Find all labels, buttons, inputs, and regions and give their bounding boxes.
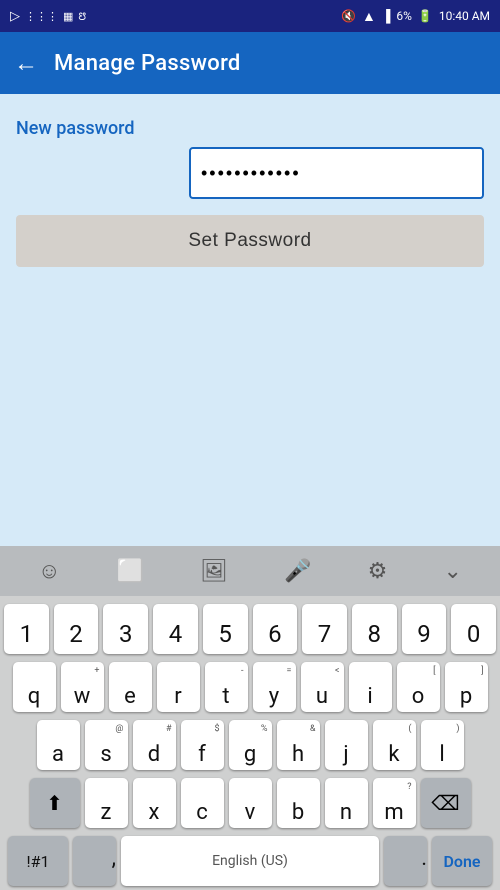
key-2[interactable]: 2 — [54, 604, 99, 654]
keyboard-toolbar: ☺ ⬜ 🖼 🎤 ⚙ ⌄ — [0, 546, 500, 596]
space-key[interactable]: English (US) — [121, 836, 379, 886]
key-u[interactable]: <u — [301, 662, 344, 712]
key-0[interactable]: 0 — [451, 604, 496, 654]
status-bar-left: ▷ ⋮⋮⋮ ▦ ꢅ — [10, 9, 86, 24]
field-label: New password — [16, 118, 484, 139]
key-f[interactable]: $f — [181, 720, 224, 770]
keyboard-area: ☺ ⬜ 🖼 🎤 ⚙ ⌄ 1 2 3 4 5 6 7 8 9 0 q +w e r… — [0, 546, 500, 890]
key-t[interactable]: -t — [205, 662, 248, 712]
key-s[interactable]: @s — [85, 720, 128, 770]
time-display: 10:40 AM — [439, 9, 490, 23]
key-q[interactable]: q — [13, 662, 56, 712]
id-icon: ꢅ — [78, 9, 86, 24]
key-g[interactable]: %g — [229, 720, 272, 770]
set-password-button[interactable]: Set Password — [16, 215, 484, 267]
symbols-key[interactable]: !#1 — [8, 836, 68, 886]
key-r[interactable]: r — [157, 662, 200, 712]
key-5[interactable]: 5 — [203, 604, 248, 654]
play-icon: ▷ — [10, 9, 20, 24]
key-e[interactable]: e — [109, 662, 152, 712]
mic-icon[interactable]: 🎤 — [284, 559, 311, 584]
key-o[interactable]: [o — [397, 662, 440, 712]
settings-icon[interactable]: ⚙ — [368, 559, 388, 584]
backspace-key[interactable]: ⌫ — [421, 778, 471, 828]
key-v[interactable]: v — [229, 778, 272, 828]
page-title: Manage Password — [54, 51, 241, 76]
key-x[interactable]: x — [133, 778, 176, 828]
key-d[interactable]: #d — [133, 720, 176, 770]
key-period[interactable]: . — [384, 836, 427, 886]
key-4[interactable]: 4 — [153, 604, 198, 654]
key-comma[interactable]: , — [73, 836, 116, 886]
status-bar: ▷ ⋮⋮⋮ ▦ ꢅ 🔇 ▲ ▐ 6% 🔋 10:40 AM — [0, 0, 500, 32]
key-6[interactable]: 6 — [253, 604, 298, 654]
bottom-row: !#1 , English (US) . Done — [4, 836, 496, 886]
key-z[interactable]: z — [85, 778, 128, 828]
dots-icon: ⋮⋮⋮ — [25, 10, 58, 23]
asdf-row: a @s #d $f %g &h j (k )l — [4, 720, 496, 770]
wifi-icon: ▲ — [362, 8, 376, 25]
number-row: 1 2 3 4 5 6 7 8 9 0 — [4, 604, 496, 654]
nav-bar: ← Manage Password — [0, 32, 500, 94]
key-9[interactable]: 9 — [402, 604, 447, 654]
battery-icon: 🔋 — [418, 9, 433, 23]
mute-icon: 🔇 — [341, 9, 356, 23]
image-icon[interactable]: 🖼 — [200, 559, 228, 584]
key-1[interactable]: 1 — [4, 604, 49, 654]
keyboard-rows: 1 2 3 4 5 6 7 8 9 0 q +w e r -t =y <u i … — [0, 596, 500, 890]
password-input[interactable] — [189, 147, 484, 199]
battery-text: 6% — [396, 9, 412, 23]
main-content: New password Set Password — [0, 94, 500, 546]
key-k[interactable]: (k — [373, 720, 416, 770]
status-bar-right: 🔇 ▲ ▐ 6% 🔋 10:40 AM — [341, 8, 490, 25]
key-n[interactable]: n — [325, 778, 368, 828]
key-m[interactable]: ?m — [373, 778, 416, 828]
key-7[interactable]: 7 — [302, 604, 347, 654]
key-8[interactable]: 8 — [352, 604, 397, 654]
qwerty-row: q +w e r -t =y <u i [o ]p — [4, 662, 496, 712]
back-button[interactable]: ← — [14, 49, 38, 78]
key-c[interactable]: c — [181, 778, 224, 828]
key-y[interactable]: =y — [253, 662, 296, 712]
password-input-wrapper — [16, 147, 484, 199]
key-l[interactable]: )l — [421, 720, 464, 770]
key-w[interactable]: +w — [61, 662, 104, 712]
key-i[interactable]: i — [349, 662, 392, 712]
done-key[interactable]: Done — [432, 836, 492, 886]
zxcv-row: ⬆ z x c v b n ?m ⌫ — [4, 778, 496, 828]
signal-icon: ▐ — [382, 9, 391, 23]
emoji-icon[interactable]: ☺ — [38, 558, 60, 584]
key-p[interactable]: ]p — [445, 662, 488, 712]
key-b[interactable]: b — [277, 778, 320, 828]
shift-key[interactable]: ⬆ — [30, 778, 80, 828]
new-password-section: New password — [16, 118, 484, 199]
grid-icon: ▦ — [63, 10, 73, 23]
key-3[interactable]: 3 — [103, 604, 148, 654]
key-a[interactable]: a — [37, 720, 80, 770]
clipboard-icon[interactable]: ⬜ — [117, 559, 144, 584]
collapse-icon[interactable]: ⌄ — [443, 559, 461, 584]
key-h[interactable]: &h — [277, 720, 320, 770]
key-j[interactable]: j — [325, 720, 368, 770]
